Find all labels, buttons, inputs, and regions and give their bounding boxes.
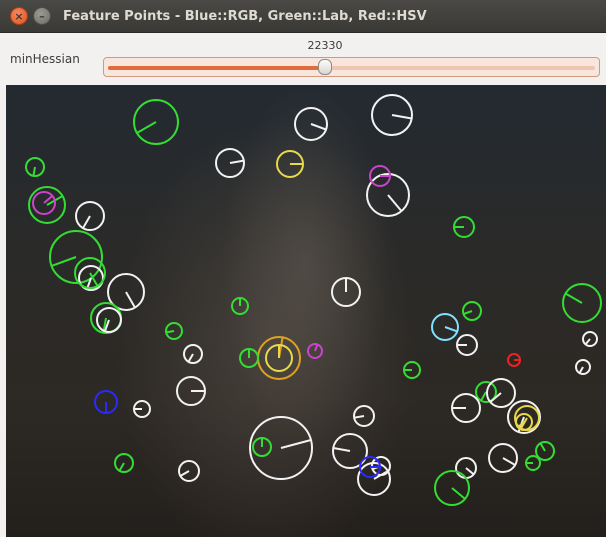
keypoint-orientation bbox=[310, 123, 327, 131]
keypoint-marker bbox=[265, 344, 293, 372]
keypoint-orientation bbox=[451, 487, 466, 500]
title-bar: × – Feature Points - Blue::RGB, Green::L… bbox=[0, 0, 606, 33]
keypoint-marker bbox=[515, 413, 533, 431]
trackbar-panel: minHessian 22330 bbox=[0, 33, 606, 85]
keypoint-orientation bbox=[502, 457, 516, 466]
keypoint-orientation bbox=[584, 338, 591, 346]
keypoint-marker bbox=[165, 322, 183, 340]
keypoint-orientation bbox=[565, 292, 583, 304]
keypoint-marker bbox=[507, 353, 521, 367]
keypoint-marker bbox=[582, 331, 598, 347]
keypoint-marker bbox=[178, 460, 200, 482]
keypoint-orientation bbox=[480, 391, 487, 402]
keypoint-marker bbox=[231, 297, 249, 315]
keypoint-marker bbox=[453, 216, 475, 238]
keypoint-orientation bbox=[444, 326, 458, 333]
keypoint-marker bbox=[133, 99, 179, 145]
keypoint-marker bbox=[276, 150, 304, 178]
trackbar-value: 22330 bbox=[307, 39, 343, 52]
keypoints-overlay bbox=[25, 94, 602, 506]
keypoint-marker bbox=[486, 378, 516, 408]
keypoint-marker bbox=[133, 400, 151, 418]
keypoint-marker bbox=[434, 470, 470, 506]
keypoint-orientation bbox=[314, 344, 319, 352]
keypoint-marker bbox=[369, 165, 391, 187]
keypoint-marker bbox=[535, 441, 555, 461]
keypoint-orientation bbox=[118, 462, 125, 472]
keypoint-marker bbox=[562, 283, 602, 323]
keypoint-marker bbox=[249, 416, 313, 480]
keypoint-orientation bbox=[136, 121, 157, 134]
keypoint-marker bbox=[455, 457, 477, 479]
keypoint-marker bbox=[331, 277, 361, 307]
keypoint-marker bbox=[183, 344, 203, 364]
minimize-icon[interactable]: – bbox=[33, 7, 51, 25]
keypoint-orientation bbox=[578, 366, 584, 374]
keypoint-orientation bbox=[280, 439, 312, 449]
keypoint-orientation bbox=[333, 447, 351, 452]
keypoint-marker bbox=[96, 307, 122, 333]
window-title: Feature Points - Blue::RGB, Green::Lab, … bbox=[63, 8, 427, 24]
keypoint-orientation bbox=[165, 330, 175, 334]
keypoint-marker bbox=[25, 157, 45, 177]
keypoint-marker bbox=[451, 393, 481, 423]
keypoint-orientation bbox=[387, 194, 403, 212]
close-icon[interactable]: × bbox=[10, 7, 28, 25]
keypoint-orientation bbox=[32, 166, 36, 177]
keypoint-marker bbox=[75, 201, 105, 231]
keypoint-marker bbox=[353, 405, 375, 427]
keypoint-marker bbox=[575, 359, 591, 375]
keypoint-marker bbox=[215, 148, 245, 178]
keypoint-orientation bbox=[179, 470, 190, 477]
keypoint-marker bbox=[252, 437, 272, 457]
keypoint-marker bbox=[176, 376, 206, 406]
keypoint-marker bbox=[239, 348, 259, 368]
keypoint-marker bbox=[94, 390, 118, 414]
keypoint-marker bbox=[403, 361, 421, 379]
min-hessian-slider[interactable] bbox=[103, 57, 600, 77]
keypoint-orientation bbox=[51, 256, 77, 267]
keypoint-marker bbox=[525, 455, 541, 471]
keypoint-orientation bbox=[82, 215, 91, 229]
slider-track-remainder bbox=[325, 66, 595, 70]
keypoint-marker bbox=[488, 443, 518, 473]
trackbar-label: minHessian bbox=[10, 52, 80, 66]
keypoint-marker bbox=[456, 334, 478, 356]
keypoint-orientation bbox=[391, 114, 412, 120]
feature-points-image bbox=[6, 85, 606, 537]
keypoint-marker bbox=[462, 301, 482, 321]
keypoint-orientation bbox=[187, 353, 194, 363]
keypoint-marker bbox=[371, 94, 413, 136]
keypoint-marker bbox=[307, 343, 323, 359]
keypoint-orientation bbox=[229, 159, 244, 164]
keypoint-orientation bbox=[539, 442, 546, 452]
keypoint-orientation bbox=[354, 415, 365, 419]
slider-fill bbox=[108, 66, 325, 70]
keypoint-marker bbox=[114, 453, 134, 473]
keypoint-marker bbox=[431, 313, 459, 341]
keypoint-orientation bbox=[465, 467, 475, 476]
keypoint-orientation bbox=[125, 291, 136, 309]
keypoint-orientation bbox=[463, 310, 473, 316]
keypoint-marker bbox=[294, 107, 328, 141]
slider-handle[interactable] bbox=[318, 59, 332, 75]
